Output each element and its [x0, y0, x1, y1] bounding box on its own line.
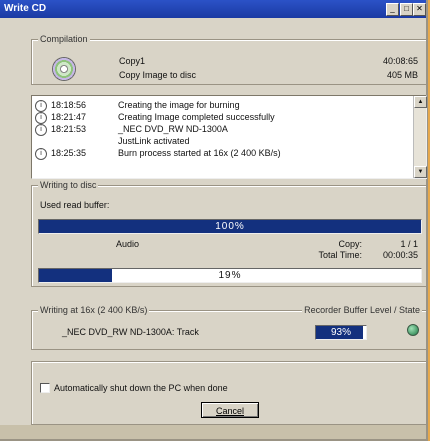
- recorder-buffer-label: Recorder Buffer Level / State: [302, 305, 422, 315]
- log-row: i 18:21:53 _NEC DVD_RW ND-1300A: [32, 124, 412, 136]
- info-icon: i: [35, 148, 47, 160]
- recorder-label: Writing at 16x (2 400 KB/s): [38, 305, 150, 315]
- info-icon: i: [35, 100, 47, 112]
- recorder-buffer-bar: 93%: [315, 325, 367, 340]
- compilation-action: Copy Image to disc: [119, 70, 197, 80]
- compilation-duration: 40:08:65: [382, 56, 418, 66]
- title-bar[interactable]: Write CD _ □ ✕: [0, 0, 426, 18]
- shutdown-checkbox[interactable]: [40, 383, 50, 393]
- info-icon: i: [35, 112, 47, 124]
- read-buffer-label: Used read buffer:: [40, 200, 110, 210]
- maximize-button[interactable]: □: [400, 3, 413, 16]
- log-list[interactable]: i 18:18:56 Creating the image for burnin…: [31, 95, 427, 179]
- total-time-value: 00:00:35: [382, 250, 418, 260]
- recorder-group: Writing at 16x (2 400 KB/s) Recorder Buf…: [31, 305, 427, 350]
- log-row: JustLink activated: [32, 136, 412, 148]
- cancel-label: Cancel: [215, 406, 244, 416]
- cancel-button[interactable]: Cancel: [201, 402, 259, 418]
- track-type: Audio: [116, 239, 140, 249]
- compilation-size: 405 MB: [386, 70, 418, 80]
- read-buffer-value: 100%: [215, 221, 245, 232]
- total-time-label: Total Time:: [318, 250, 362, 260]
- writing-label: Writing to disc: [38, 180, 99, 190]
- copy-value: 1 / 1: [400, 239, 418, 249]
- write-progress-bar: 19%: [38, 268, 422, 283]
- copy-label: Copy:: [338, 239, 362, 249]
- recorder-state-led-icon: [407, 324, 419, 336]
- log-row: i 18:21:47 Creating Image completed succ…: [32, 112, 412, 124]
- writing-group: Writing to disc Used read buffer: 100% A…: [31, 180, 427, 287]
- scroll-down-icon[interactable]: ▼: [414, 166, 427, 178]
- log-message: _NEC DVD_RW ND-1300A: [118, 124, 228, 134]
- compilation-label: Compilation: [38, 34, 90, 44]
- read-buffer-bar: 100%: [38, 219, 422, 234]
- log-row: i 18:18:56 Creating the image for burnin…: [32, 100, 412, 112]
- compilation-name: Copy1: [119, 56, 146, 66]
- compilation-group: Compilation Copy1 Copy Image to disc 40:…: [31, 34, 427, 85]
- bottom-strip: [0, 425, 426, 439]
- log-scrollbar[interactable]: ▲ ▼: [413, 96, 427, 178]
- log-message: Creating the image for burning: [118, 100, 240, 110]
- log-message: Creating Image completed successfully: [118, 112, 275, 122]
- window-title: Write CD: [4, 3, 47, 14]
- close-button[interactable]: ✕: [413, 3, 426, 16]
- cd-icon: [52, 57, 76, 81]
- recorder-device: _NEC DVD_RW ND-1300A: Track: [62, 327, 199, 337]
- log-message: Burn process started at 16x (2 400 KB/s): [118, 148, 281, 158]
- log-time: 18:25:35: [51, 148, 87, 158]
- log-time: 18:21:53: [51, 124, 87, 134]
- write-progress-value: 19%: [218, 270, 242, 281]
- log-time: 18:21:47: [51, 112, 87, 122]
- log-time: 18:18:56: [51, 100, 87, 110]
- recorder-buffer-value: 93%: [330, 327, 351, 338]
- log-row: i 18:25:35 Burn process started at 16x (…: [32, 148, 412, 160]
- scroll-up-icon[interactable]: ▲: [414, 96, 427, 108]
- write-cd-window: Write CD _ □ ✕ Compilation Copy1 Copy Im…: [0, 0, 428, 441]
- shutdown-label: Automatically shut down the PC when done: [54, 383, 228, 393]
- info-icon: i: [35, 124, 47, 136]
- minimize-button[interactable]: _: [386, 3, 399, 16]
- log-message: JustLink activated: [118, 136, 190, 146]
